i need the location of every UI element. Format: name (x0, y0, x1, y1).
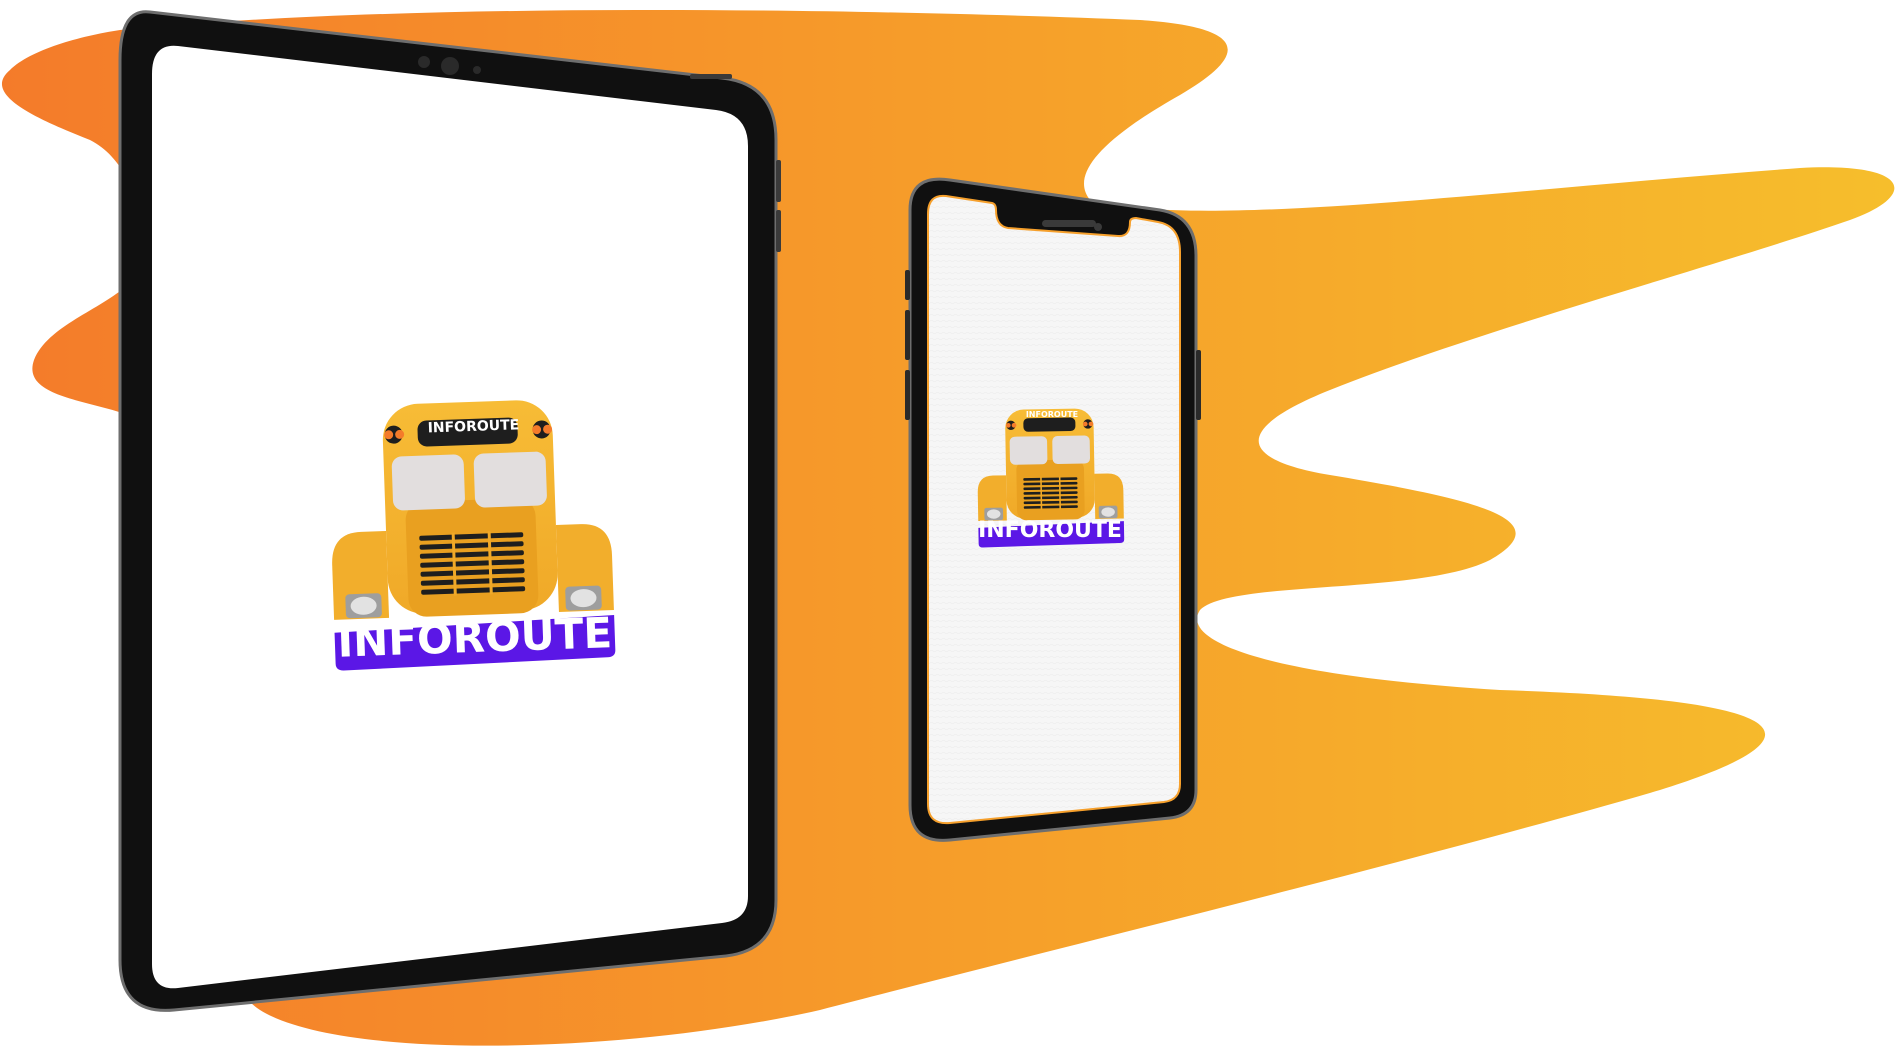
mockup-scene: INFOROUTE INFOROUTE INFOROUTE INFOROUTE (1, 10, 1895, 1046)
phone-camera-icon (1094, 223, 1102, 231)
phone-brand-label: INFOROUTE (978, 518, 1122, 543)
tablet-bus-sign-text: INFOROUTE (427, 417, 519, 436)
tablet-volume-button (776, 160, 781, 202)
tablet-brand-label: INFOROUTE (337, 608, 613, 667)
phone-volume-up-button (905, 270, 910, 300)
tablet-device: INFOROUTE INFOROUTE (118, 10, 781, 1012)
phone-bus-sign-text: INFOROUTE (1026, 410, 1078, 419)
tablet-power-button (690, 74, 732, 79)
phone-power-button (1196, 350, 1201, 420)
phone-speaker-icon (1042, 220, 1096, 227)
tablet-camera-icon (418, 56, 430, 68)
phone-device: INFOROUTE INFOROUTE (905, 177, 1201, 842)
